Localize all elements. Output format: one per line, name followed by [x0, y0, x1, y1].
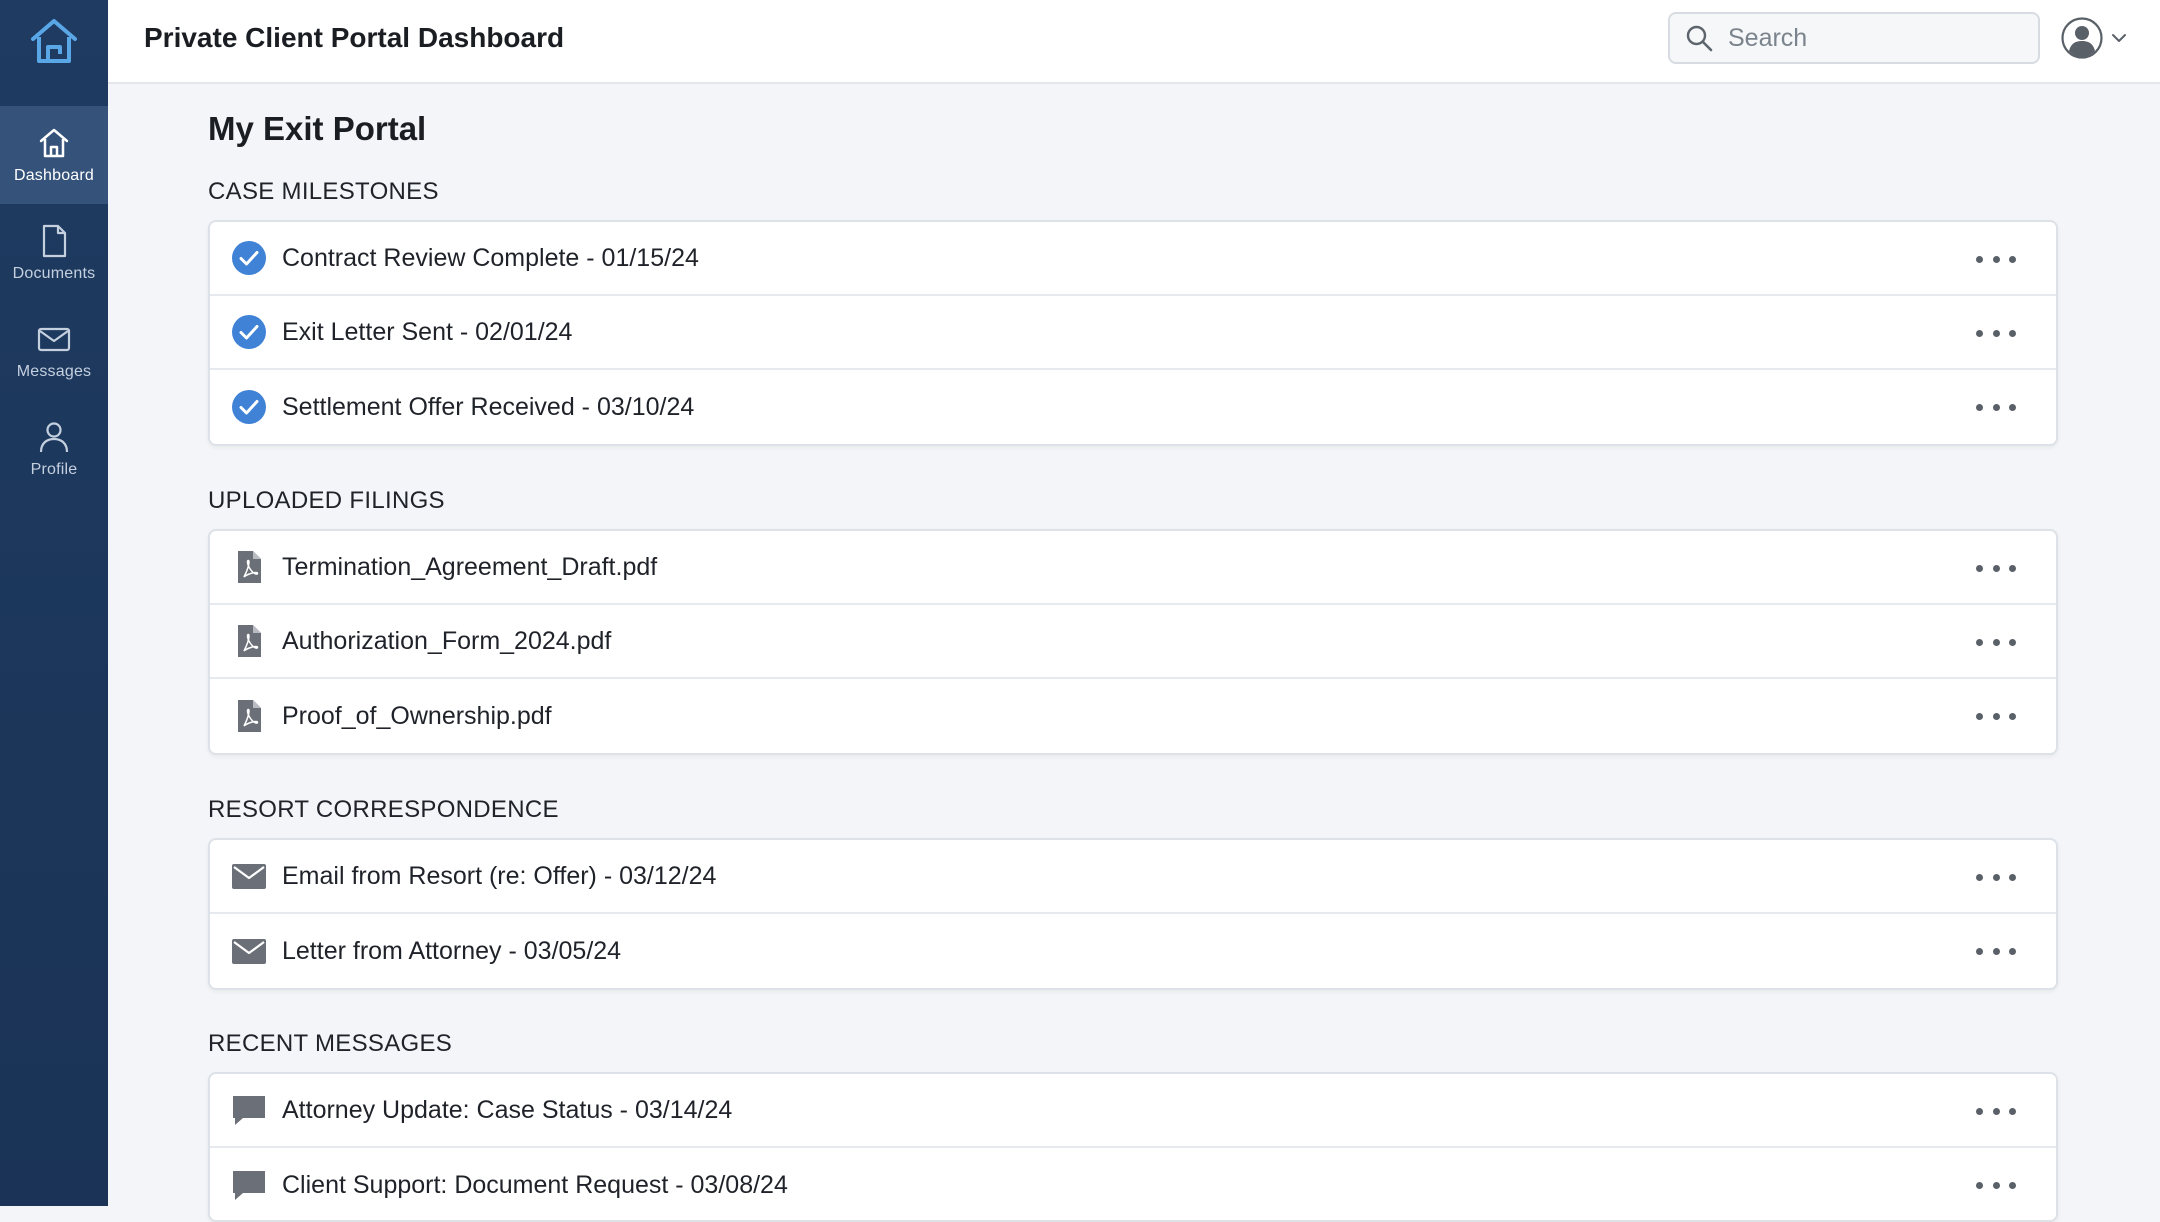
- list-item-label: Proof_of_Ownership.pdf: [282, 701, 552, 730]
- check-circle-icon: [230, 388, 268, 426]
- house-logo-icon: [31, 19, 77, 63]
- list-item-label: Contract Review Complete - 01/15/24: [282, 243, 699, 272]
- list-item-label: Client Support: Document Request - 03/08…: [282, 1170, 788, 1199]
- section-title-uploaded-filings: UPLOADED FILINGS: [208, 487, 445, 514]
- list-item[interactable]: Attorney Update: Case Status - 03/14/24: [210, 1074, 2056, 1148]
- pdf-file-icon: [230, 697, 268, 735]
- document-icon: [42, 224, 67, 258]
- resort-correspondence-card: Email from Resort (re: Offer) - 03/12/24…: [208, 838, 2058, 990]
- pdf-file-icon: [230, 548, 268, 586]
- check-circle-icon: [230, 239, 268, 277]
- page-title: My Exit Portal: [208, 110, 427, 147]
- list-item[interactable]: Client Support: Document Request - 03/08…: [210, 1148, 2056, 1220]
- user-menu[interactable]: [2060, 16, 2128, 60]
- more-options-button[interactable]: [1976, 701, 2016, 731]
- top-header: Private Client Portal Dashboard: [108, 0, 2160, 84]
- sidebar-item-dashboard[interactable]: Dashboard: [0, 106, 108, 204]
- case-milestones-card: Contract Review Complete - 01/15/24 Exit…: [208, 220, 2058, 446]
- person-icon: [39, 422, 69, 453]
- chevron-down-icon: [2112, 34, 2126, 42]
- more-options-button[interactable]: [1976, 318, 2016, 348]
- main-content: My Exit Portal CASE MILESTONES Contract …: [108, 84, 2160, 1222]
- list-item-label: Letter from Attorney - 03/05/24: [282, 936, 622, 965]
- list-item-label: Attorney Update: Case Status - 03/14/24: [282, 1095, 733, 1124]
- check-circle-icon: [230, 313, 268, 351]
- more-options-button[interactable]: [1976, 392, 2016, 422]
- list-item[interactable]: Settlement Offer Received - 03/10/24: [210, 370, 2056, 444]
- list-item[interactable]: Termination_Agreement_Draft.pdf: [210, 531, 2056, 605]
- list-item-label: Authorization_Form_2024.pdf: [282, 626, 612, 655]
- chat-bubble-icon: [230, 1091, 268, 1129]
- pdf-file-icon: [230, 622, 268, 660]
- list-item-label: Termination_Agreement_Draft.pdf: [282, 552, 658, 581]
- more-options-button[interactable]: [1976, 1170, 2016, 1200]
- list-item[interactable]: Email from Resort (re: Offer) - 03/12/24: [210, 840, 2056, 914]
- more-options-button[interactable]: [1976, 862, 2016, 892]
- user-avatar-icon: [2061, 17, 2103, 59]
- more-options-button[interactable]: [1976, 936, 2016, 966]
- sidebar-item-label: Profile: [30, 461, 78, 478]
- list-item[interactable]: Letter from Attorney - 03/05/24: [210, 914, 2056, 988]
- logo[interactable]: [0, 0, 108, 84]
- sidebar: Dashboard Documents Messages Profile: [0, 0, 108, 1206]
- sidebar-item-label: Messages: [16, 363, 92, 380]
- list-item[interactable]: Proof_of_Ownership.pdf: [210, 679, 2056, 753]
- list-item-label: Settlement Offer Received - 03/10/24: [282, 392, 695, 421]
- sidebar-item-messages[interactable]: Messages: [0, 302, 108, 400]
- list-item-label: Email from Resort (re: Offer) - 03/12/24: [282, 861, 717, 890]
- section-title-recent-messages: RECENT MESSAGES: [208, 1030, 453, 1057]
- more-options-button[interactable]: [1976, 627, 2016, 657]
- more-options-button[interactable]: [1976, 553, 2016, 583]
- sidebar-item-profile[interactable]: Profile: [0, 400, 108, 498]
- section-title-resort-correspondence: RESORT CORRESPONDENCE: [208, 796, 559, 823]
- envelope-icon: [230, 857, 268, 895]
- sidebar-item-label: Dashboard: [13, 167, 95, 184]
- search-icon: [1686, 25, 1713, 52]
- section-title-case-milestones: CASE MILESTONES: [208, 178, 439, 205]
- app-title: Private Client Portal Dashboard: [144, 22, 565, 53]
- list-item[interactable]: Authorization_Form_2024.pdf: [210, 605, 2056, 679]
- envelope-icon: [230, 932, 268, 970]
- recent-messages-card: Attorney Update: Case Status - 03/14/24 …: [208, 1072, 2058, 1222]
- list-item-label: Exit Letter Sent - 02/01/24: [282, 317, 573, 346]
- list-item[interactable]: Exit Letter Sent - 02/01/24: [210, 296, 2056, 370]
- list-item[interactable]: Contract Review Complete - 01/15/24: [210, 222, 2056, 296]
- uploaded-filings-card: Termination_Agreement_Draft.pdf Authoriz…: [208, 529, 2058, 755]
- mail-icon: [37, 327, 71, 352]
- search-input[interactable]: [1726, 22, 2020, 54]
- more-options-button[interactable]: [1976, 1096, 2016, 1126]
- sidebar-item-label: Documents: [12, 265, 96, 282]
- chat-bubble-icon: [230, 1166, 268, 1204]
- home-icon: [39, 128, 69, 158]
- more-options-button[interactable]: [1976, 244, 2016, 274]
- search-box[interactable]: [1668, 12, 2040, 64]
- sidebar-item-documents[interactable]: Documents: [0, 204, 108, 302]
